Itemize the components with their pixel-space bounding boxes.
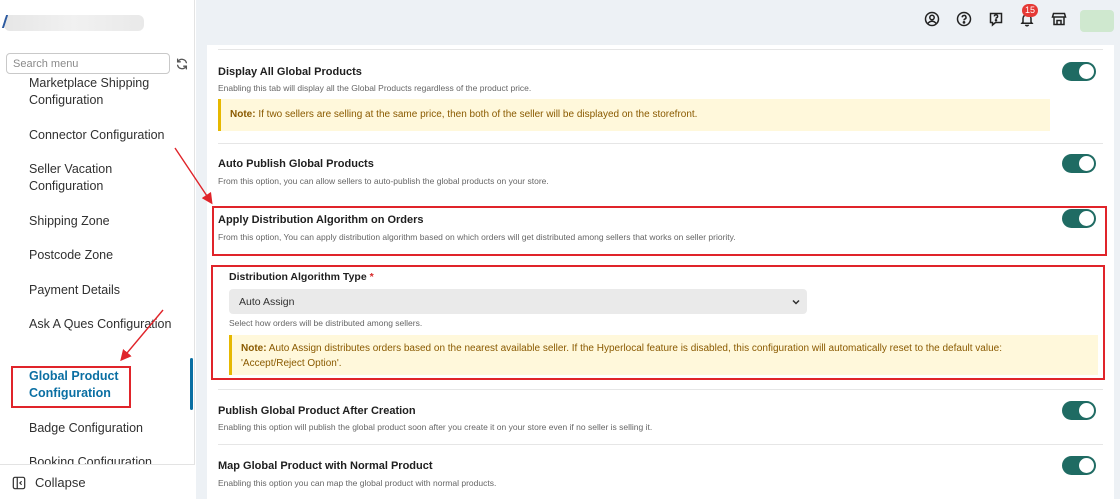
sidebar-item-payment-details[interactable]: Payment Details <box>29 282 179 299</box>
note-text: Auto Assign distributes orders based on … <box>266 343 1002 354</box>
sidebar-item-booking-configuration[interactable]: Booking Configuration <box>29 454 179 464</box>
avatar[interactable] <box>1080 10 1114 32</box>
sidebar-item-badge-configuration[interactable]: Badge Configuration <box>29 420 179 437</box>
setting-description: Enabling this option will publish the gl… <box>218 422 653 432</box>
settings-card: Display All Global Products Enabling thi… <box>207 45 1114 499</box>
distribution-help-text: Select how orders will be distributed am… <box>229 318 423 328</box>
setting-description: From this option, you can allow sellers … <box>218 176 549 186</box>
toggle-knob <box>1079 211 1094 226</box>
note-prefix: Note: <box>241 343 267 354</box>
note-box: Note: Auto Assign distributes orders bas… <box>229 335 1098 375</box>
top-header: 15 <box>196 0 1120 45</box>
setting-title: Apply Distribution Algorithm on Orders <box>218 214 424 226</box>
sidebar: Marketplace Shipping Configuration Conne… <box>0 0 195 499</box>
note-text-continued: 'Accept/Reject Option'. <box>241 358 342 369</box>
active-indicator <box>190 358 193 410</box>
setting-description: Enabling this option you can map the glo… <box>218 478 497 488</box>
apply-distribution-algorithm-toggle[interactable] <box>1062 209 1096 228</box>
divider <box>218 143 1103 144</box>
map-global-product-toggle[interactable] <box>1062 456 1096 475</box>
sidebar-item-ask-a-ques-configuration[interactable]: Ask A Ques Configuration <box>29 316 179 333</box>
notification-badge: 15 <box>1022 4 1039 17</box>
logo-area <box>0 0 195 45</box>
main-content: Display All Global Products Enabling thi… <box>196 45 1120 499</box>
note-box: Note: If two sellers are selling at the … <box>218 99 1050 131</box>
feedback-icon[interactable] <box>988 11 1004 27</box>
note-text: If two sellers are selling at the same p… <box>255 109 698 120</box>
required-mark: * <box>369 271 374 283</box>
user-circle-icon[interactable] <box>924 11 940 27</box>
search-box <box>6 53 170 74</box>
setting-description: Enabling this tab will display all the G… <box>218 83 532 93</box>
toggle-knob <box>1079 458 1094 473</box>
help-circle-icon[interactable] <box>956 11 972 27</box>
sidebar-item-seller-vacation-configuration[interactable]: Seller Vacation Configuration <box>29 161 179 195</box>
toggle-knob <box>1079 64 1094 79</box>
setting-title: Auto Publish Global Products <box>218 158 374 170</box>
sidebar-item-marketplace-shipping-configuration[interactable]: Marketplace Shipping Configuration <box>29 75 179 109</box>
note-prefix: Note: <box>230 109 256 120</box>
sidebar-item-connector-configuration[interactable]: Connector Configuration <box>29 127 179 144</box>
search-input[interactable] <box>7 54 169 74</box>
distribution-algorithm-label: Distribution Algorithm Type * <box>229 271 374 283</box>
collapse-button[interactable]: Collapse <box>0 464 195 499</box>
setting-title: Display All Global Products <box>218 66 362 78</box>
publish-global-product-after-creation-toggle[interactable] <box>1062 401 1096 420</box>
divider <box>218 49 1103 50</box>
logo[interactable] <box>4 15 144 31</box>
refresh-icon[interactable] <box>175 57 189 71</box>
divider <box>218 444 1103 445</box>
toggle-knob <box>1079 156 1094 171</box>
store-icon[interactable] <box>1051 11 1067 27</box>
setting-title: Publish Global Product After Creation <box>218 405 416 417</box>
sidebar-item-shipping-zone[interactable]: Shipping Zone <box>29 213 179 230</box>
sidebar-item-postcode-zone[interactable]: Postcode Zone <box>29 247 179 264</box>
setting-title: Map Global Product with Normal Product <box>218 460 433 472</box>
sidebar-collapse-icon <box>12 476 26 490</box>
distribution-label-text: Distribution Algorithm Type <box>229 271 367 283</box>
divider <box>218 389 1103 390</box>
collapse-label: Collapse <box>35 475 86 490</box>
setting-description: From this option, You can apply distribu… <box>218 232 736 242</box>
distribution-algorithm-select[interactable]: Auto Assign <box>229 289 807 314</box>
toggle-knob <box>1079 403 1094 418</box>
annotation-highlight-box <box>11 366 131 408</box>
display-all-global-products-toggle[interactable] <box>1062 62 1096 81</box>
auto-publish-global-products-toggle[interactable] <box>1062 154 1096 173</box>
